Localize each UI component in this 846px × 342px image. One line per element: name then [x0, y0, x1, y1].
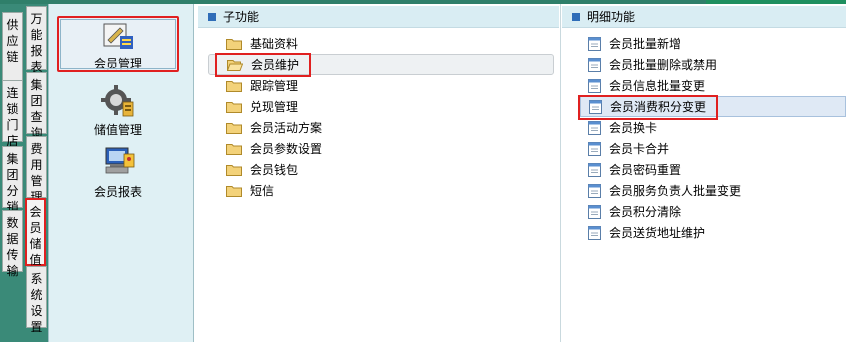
detail-item-consumption-points-change[interactable]: 会员消费积分变更: [580, 96, 846, 117]
detail-item-label: 会员消费积分变更: [610, 100, 707, 114]
module-member-management[interactable]: 会员管理: [57, 16, 179, 72]
document-icon: [588, 120, 601, 135]
detail-item-delivery-address-maintenance[interactable]: 会员送货地址维护: [580, 222, 846, 243]
module-label: 会员管理: [93, 57, 142, 71]
tab-label: 系统设置: [30, 272, 43, 334]
document-icon: [588, 204, 601, 219]
sub-item-label: 跟踪管理: [250, 79, 299, 93]
tab-group-query[interactable]: 集团查询: [26, 72, 47, 140]
sub-item-label: 会员活动方案: [250, 121, 323, 135]
sub-item-redemption-management[interactable]: 兑现管理: [208, 96, 554, 117]
member-report-icon: [100, 146, 136, 180]
sub-item-label: 兑现管理: [250, 100, 299, 114]
tab-system-settings[interactable]: 系统设置: [26, 266, 47, 334]
header-bullet-icon: [208, 12, 216, 21]
member-management-icon: [100, 18, 136, 52]
tab-expense-management[interactable]: 费用管理: [26, 136, 47, 204]
sub-item-sms[interactable]: 短信: [208, 180, 554, 201]
detail-item-batch-add[interactable]: 会员批量新增: [580, 33, 846, 54]
sub-item-member-maintenance[interactable]: 会员维护: [208, 54, 554, 75]
document-icon: [588, 225, 601, 240]
document-icon: [588, 36, 601, 51]
tab-label: 会员储值: [29, 205, 42, 267]
tab-label: 连锁门店: [6, 86, 19, 148]
detail-item-label: 会员卡合并: [609, 142, 670, 156]
document-icon: [588, 141, 601, 156]
detail-item-password-reset[interactable]: 会员密码重置: [580, 159, 846, 180]
tab-label: 万能报表: [30, 12, 43, 74]
module-label: 储值管理: [93, 123, 142, 137]
vertical-tab-bar: 供应链 万能报表 连锁门店 集团查询 集团分销 费用管理 数据传输 会员储值 系…: [0, 4, 48, 342]
sub-function-title: 子功能: [223, 10, 260, 24]
tab-chain-store[interactable]: 连锁门店: [2, 80, 23, 148]
folder-icon: [226, 101, 242, 113]
sub-item-tracking-management[interactable]: 跟踪管理: [208, 75, 554, 96]
stored-value-gear-icon: [100, 84, 136, 118]
detail-item-batch-delete-or-disable[interactable]: 会员批量删除或禁用: [580, 54, 846, 75]
tab-label: 集团查询: [30, 78, 43, 140]
detail-item-points-clear[interactable]: 会员积分清除: [580, 201, 846, 222]
detail-item-label: 会员积分清除: [609, 205, 682, 219]
detail-item-label: 会员批量删除或禁用: [609, 58, 718, 72]
sub-item-basic-data[interactable]: 基础资料: [208, 33, 554, 54]
header-bullet-icon: [572, 12, 580, 21]
top-strip-accent: [706, 0, 846, 4]
module-panel: 会员管理 储值管理 会员报表: [48, 4, 194, 342]
sub-item-member-activity-plan[interactable]: 会员活动方案: [208, 117, 554, 138]
sub-item-label: 基础资料: [250, 37, 299, 51]
sub-item-member-parameter-settings[interactable]: 会员参数设置: [208, 138, 554, 159]
module-stored-value-management[interactable]: 储值管理: [57, 84, 179, 140]
detail-function-list: 会员批量新增 会员批量删除或禁用 会员信息批量变更 会员消费积分变更 会员换卡 …: [580, 33, 846, 243]
document-icon: [588, 183, 601, 198]
tab-group-distribution[interactable]: 集团分销: [2, 146, 23, 214]
detail-item-service-owner-batch-change[interactable]: 会员服务负责人批量变更: [580, 180, 846, 201]
open-folder-icon: [227, 59, 243, 71]
detail-item-card-replacement[interactable]: 会员换卡: [580, 117, 846, 138]
detail-item-label: 会员批量新增: [609, 37, 682, 51]
sub-function-header: 子功能: [198, 6, 559, 28]
detail-item-label: 会员密码重置: [609, 163, 682, 177]
tab-member-stored-value[interactable]: 会员储值: [25, 198, 46, 267]
folder-icon: [226, 164, 242, 176]
detail-item-label: 会员送货地址维护: [609, 226, 706, 240]
sub-item-label: 短信: [250, 184, 275, 198]
detail-item-label: 会员信息批量变更: [609, 79, 706, 93]
detail-item-label: 会员服务负责人批量变更: [609, 184, 742, 198]
detail-item-card-merge[interactable]: 会员卡合并: [580, 138, 846, 159]
detail-item-batch-info-change[interactable]: 会员信息批量变更: [580, 75, 846, 96]
module-label: 会员报表: [93, 185, 142, 199]
detail-function-header: 明细功能: [562, 6, 846, 28]
sub-function-list: 基础资料 会员维护 跟踪管理 兑现管理 会员活动方案 会员参数设置 会员钱包 短…: [208, 33, 554, 201]
tab-data-transfer[interactable]: 数据传输: [2, 210, 23, 278]
detail-function-title: 明细功能: [587, 10, 636, 24]
sub-item-label: 会员参数设置: [250, 142, 323, 156]
tab-label: 费用管理: [30, 142, 43, 204]
sub-item-label: 会员钱包: [250, 163, 299, 177]
document-icon: [588, 57, 601, 72]
folder-icon: [226, 80, 242, 92]
folder-icon: [226, 122, 242, 134]
folder-icon: [226, 185, 242, 197]
panel-divider: [560, 4, 561, 342]
folder-icon: [226, 143, 242, 155]
tab-label: 集团分销: [6, 152, 19, 214]
document-icon: [589, 99, 602, 114]
sub-item-label: 会员维护: [251, 58, 300, 72]
document-icon: [588, 162, 601, 177]
detail-item-label: 会员换卡: [609, 121, 658, 135]
tab-label: 供应链: [6, 18, 19, 64]
tab-label: 数据传输: [6, 216, 19, 278]
document-icon: [588, 78, 601, 93]
module-member-report[interactable]: 会员报表: [57, 146, 179, 202]
tab-universal-report[interactable]: 万能报表: [26, 6, 47, 74]
sub-item-member-wallet[interactable]: 会员钱包: [208, 159, 554, 180]
folder-icon: [226, 38, 242, 50]
